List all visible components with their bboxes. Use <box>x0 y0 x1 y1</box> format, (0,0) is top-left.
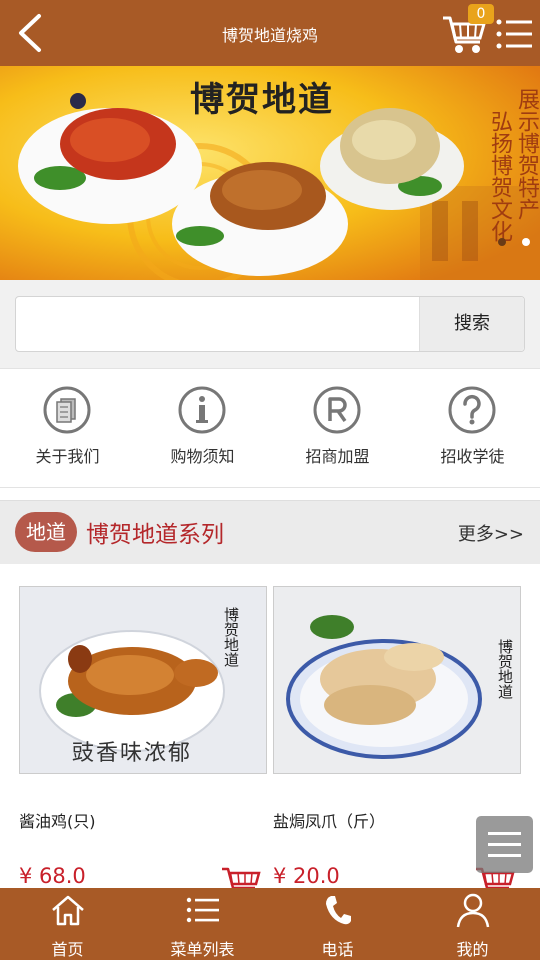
quick-nav: 关于我们 购物须知 招商加盟 招收学徒 <box>0 368 540 488</box>
more-link[interactable]: 更多>> <box>458 520 524 546</box>
tab-label-home: 首页 <box>51 940 84 959</box>
nav-label-shopping-notice: 购物须知 <box>170 447 235 466</box>
back-arrow-icon <box>19 14 41 52</box>
nav-item-about[interactable]: 关于我们 <box>0 369 135 487</box>
search-button[interactable]: 搜索 <box>419 297 524 351</box>
home-icon <box>52 895 84 926</box>
product-price: ¥ 68.0 <box>19 864 86 888</box>
search-section: 搜索 <box>0 280 540 368</box>
slide-dot-2[interactable] <box>522 238 530 246</box>
nav-item-franchise[interactable]: 招商加盟 <box>270 369 405 487</box>
info-icon <box>178 386 226 434</box>
product-name[interactable]: 盐焗凤爪（斤） <box>273 808 385 832</box>
search-box: 搜索 <box>15 296 525 352</box>
banner-title: 博贺地道 <box>190 80 334 120</box>
nav-label-apprentice: 招收学徒 <box>440 447 505 466</box>
tab-label-mine: 我的 <box>456 940 489 959</box>
registered-icon <box>313 386 361 434</box>
tab-home[interactable]: 首页 <box>0 888 135 960</box>
banner-slogan-2: 弘扬博贺文化 <box>487 110 512 242</box>
menu-button[interactable] <box>494 14 534 54</box>
section-header: 地道 博贺地道系列 更多>> <box>0 500 540 565</box>
document-icon <box>43 386 91 434</box>
nav-item-apprentice[interactable]: 招收学徒 <box>405 369 540 487</box>
back-button[interactable] <box>8 10 52 56</box>
nav-item-shopping-notice[interactable]: 购物须知 <box>135 369 270 487</box>
question-icon <box>448 386 496 434</box>
tab-label-menu-list: 菜单列表 <box>170 940 235 959</box>
slide-dot-1[interactable] <box>498 238 506 246</box>
search-input[interactable] <box>16 297 420 351</box>
salt-baked-chicken-feet-photo <box>274 587 520 773</box>
nav-label-franchise: 招商加盟 <box>305 447 370 466</box>
product-image-caption-vertical: 博贺地道 <box>496 639 514 699</box>
product-image-caption-vertical: 博贺地道 <box>222 607 240 667</box>
top-bar: 博贺地道烧鸡 0 <box>0 0 540 66</box>
hamburger-icon <box>488 832 521 857</box>
product-name[interactable]: 酱油鸡(只) <box>19 808 96 832</box>
section-badge: 地道 <box>15 512 77 552</box>
nav-label-about: 关于我们 <box>35 447 100 466</box>
tab-mine[interactable]: 我的 <box>405 888 540 960</box>
product-image-caption: 豉香味浓郁 <box>72 741 193 766</box>
user-icon <box>456 893 490 928</box>
tab-label-phone: 电话 <box>321 940 354 959</box>
phone-icon <box>326 896 351 925</box>
cart-count-badge: 0 <box>468 4 494 24</box>
section-title: 博贺地道系列 <box>86 522 224 548</box>
tab-menu-list[interactable]: 菜单列表 <box>135 888 270 960</box>
product-list: 博贺地道 豉香味浓郁 酱油鸡(只) ¥ 68.0 博贺地道 盐焗凤爪（斤） ¥ … <box>0 564 540 897</box>
bottom-nav: 首页 菜单列表 电话 我的 <box>0 888 540 960</box>
floating-menu-button[interactable] <box>476 816 533 873</box>
product-image[interactable]: 博贺地道 豉香味浓郁 <box>19 586 267 774</box>
product-card[interactable]: 博贺地道 豉香味浓郁 酱油鸡(只) ¥ 68.0 <box>19 586 267 897</box>
banner-slogan-1: 展示博贺特产 <box>514 88 539 220</box>
tab-phone[interactable]: 电话 <box>270 888 405 960</box>
promo-banner[interactable]: 博贺地道 展示博贺特产 弘扬博贺文化 <box>0 66 540 280</box>
page-title: 博贺地道烧鸡 <box>221 26 318 45</box>
product-image[interactable]: 博贺地道 <box>273 586 521 774</box>
product-price: ¥ 20.0 <box>273 864 340 888</box>
list-icon <box>186 897 219 923</box>
menu-list-icon <box>496 19 532 49</box>
